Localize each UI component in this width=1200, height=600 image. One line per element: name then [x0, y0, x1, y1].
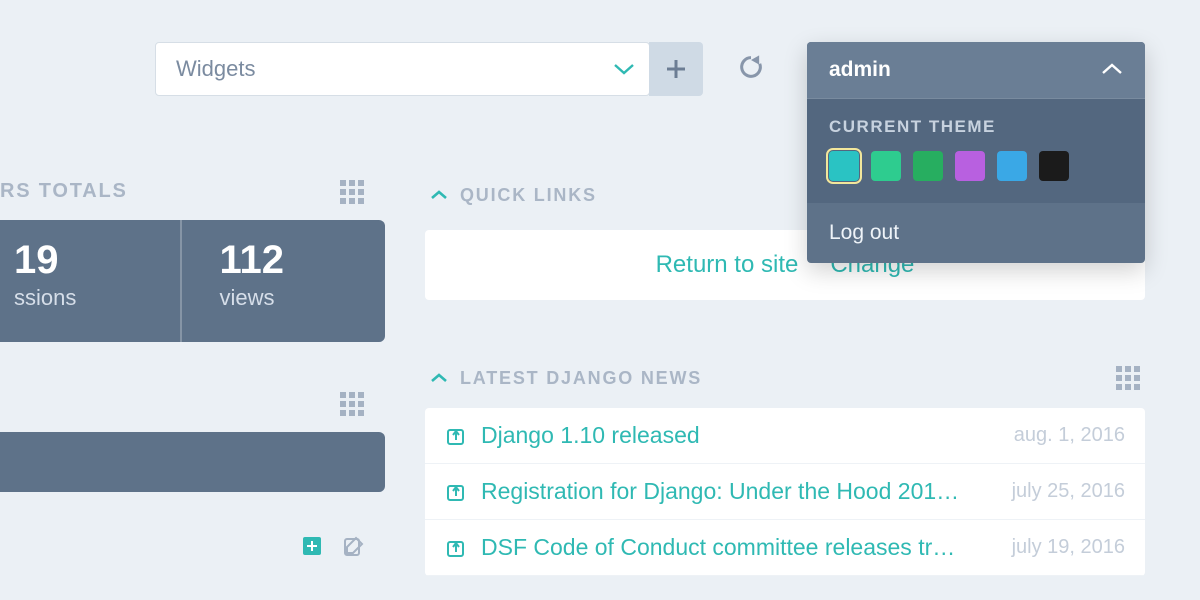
widgets-select-label: Widgets [176, 56, 599, 82]
news-row[interactable]: Django 1.10 released aug. 1, 2016 [425, 408, 1145, 464]
drag-handle-icon[interactable] [1116, 366, 1144, 394]
theme-swatch[interactable] [955, 151, 985, 181]
username-label: admin [829, 58, 891, 82]
plus-icon [665, 51, 687, 88]
chevron-up-icon [430, 368, 448, 389]
news-row[interactable]: Registration for Django: Under the Hood … [425, 464, 1145, 520]
edit-icon[interactable] [342, 534, 366, 558]
add-widget-button[interactable] [649, 42, 703, 96]
news-item-title: DSF Code of Conduct committee releases t… [481, 534, 998, 561]
news-item-title: Django 1.10 released [481, 422, 1000, 449]
totals-col-sessions: 19 ssions [0, 220, 180, 342]
drag-handle-icon[interactable] [340, 392, 368, 420]
theme-swatches [829, 151, 1123, 181]
totals-views-value: 112 [220, 238, 364, 283]
theme-swatch[interactable] [871, 151, 901, 181]
external-link-icon [445, 425, 467, 447]
theme-swatch[interactable] [997, 151, 1027, 181]
quick-links-header[interactable]: QUICK LINKS [430, 185, 597, 206]
logout-label: Log out [829, 221, 899, 244]
add-icon[interactable] [300, 534, 324, 558]
theme-section: CURRENT THEME [807, 99, 1145, 203]
news-item-date: july 19, 2016 [1012, 536, 1125, 559]
refresh-button[interactable] [731, 49, 771, 89]
refresh-icon [737, 53, 765, 86]
news-header[interactable]: LATEST DJANGO NEWS [430, 368, 702, 389]
quick-links-title: QUICK LINKS [460, 185, 597, 206]
totals-sessions-label: ssions [14, 285, 158, 311]
external-link-icon [445, 481, 467, 503]
chevron-down-icon [599, 62, 649, 76]
news-item-date: july 25, 2016 [1012, 480, 1125, 503]
totals-section-header: RS TOTALS [0, 180, 128, 203]
totals-col-views: 112 views [180, 220, 386, 342]
news-item-date: aug. 1, 2016 [1014, 424, 1125, 447]
news-card: Django 1.10 released aug. 1, 2016 Regist… [425, 408, 1145, 576]
user-menu-panel: admin CURRENT THEME Log out [807, 42, 1145, 263]
drag-handle-icon[interactable] [340, 180, 368, 208]
quick-link-return[interactable]: Return to site [656, 251, 799, 279]
collapsed-card [0, 432, 385, 492]
theme-swatch[interactable] [1039, 151, 1069, 181]
theme-swatch[interactable] [913, 151, 943, 181]
news-item-title: Registration for Django: Under the Hood … [481, 478, 998, 505]
external-link-icon [445, 537, 467, 559]
totals-sessions-value: 19 [14, 238, 158, 283]
news-title-label: LATEST DJANGO NEWS [460, 368, 702, 389]
chevron-up-icon [430, 185, 448, 206]
theme-swatch[interactable] [829, 151, 859, 181]
logout-button[interactable]: Log out [807, 203, 1145, 263]
theme-section-label: CURRENT THEME [829, 117, 1123, 137]
widgets-select[interactable]: Widgets [155, 42, 650, 96]
totals-card: 19 ssions 112 views [0, 220, 385, 342]
totals-views-label: views [220, 285, 364, 311]
chevron-up-icon [1101, 58, 1123, 82]
user-menu-toggle[interactable]: admin [807, 42, 1145, 99]
news-row[interactable]: DSF Code of Conduct committee releases t… [425, 520, 1145, 576]
